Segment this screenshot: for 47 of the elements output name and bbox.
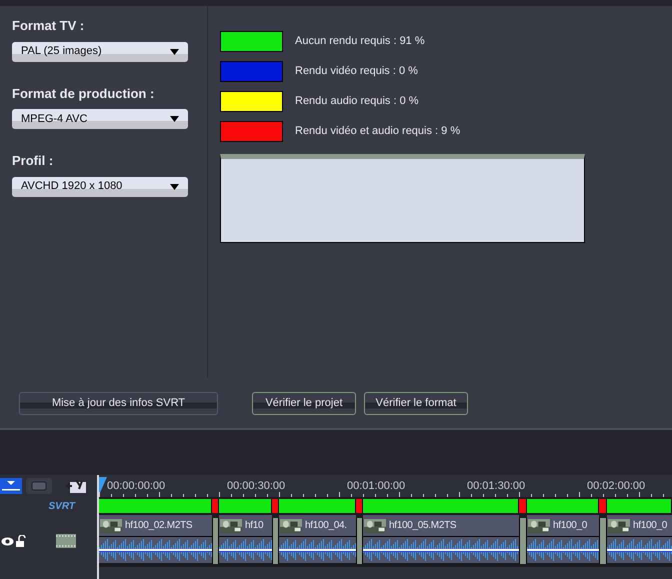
legend-text: Rendu vidéo et audio requis : 9 % [295, 124, 460, 139]
dropdown[interactable]: PAL (25 images) [12, 42, 188, 62]
legend-text: Rendu audio requis : 0 % [295, 94, 419, 109]
lock-icon[interactable] [16, 535, 26, 547]
dropdown[interactable]: AVCHD 1920 x 1080 [12, 176, 188, 196]
timecode: 00:01:30:00 [467, 479, 526, 494]
legend-text: Aucun rendu requis : 91 % [295, 34, 425, 49]
action-button[interactable]: Vérifier le projet [252, 392, 356, 414]
clip-name: hf100_0 [553, 519, 588, 533]
transition[interactable] [272, 518, 279, 564]
action-button[interactable]: Vérifier le format [364, 392, 468, 414]
clip-name: hf100_0 [633, 519, 668, 533]
clip-name: hf100_05.M2TS [389, 519, 456, 533]
field-label: Format TV : [12, 17, 86, 35]
clip-name: hf100_02.M2TS [125, 519, 192, 533]
timecode: 00:01:00:00 [347, 479, 406, 494]
timecode: 00:02:00:00 [587, 479, 646, 494]
film-strip-icon [56, 534, 76, 548]
timecode: 00:00:30:00 [227, 479, 286, 494]
action-button[interactable]: Mise à jour des infos SVRT [19, 392, 218, 414]
audio-waveform [607, 537, 672, 563]
playhead-marker-icon[interactable] [99, 477, 107, 495]
video-clip[interactable]: hf100_0 [527, 515, 599, 567]
video-clip[interactable]: hf10 [219, 515, 272, 567]
track-label: SVRT [48, 500, 75, 514]
video-clip[interactable]: hf100_04. [279, 515, 356, 567]
transition[interactable] [356, 518, 363, 564]
dropdown-arrow-icon [170, 116, 179, 122]
video-clip[interactable]: hf100_02.M2TS [99, 515, 212, 567]
legend-text: Rendu vidéo requis : 0 % [295, 64, 418, 79]
transition[interactable] [519, 518, 527, 564]
dropdown-arrow-icon [170, 48, 179, 54]
clip-name: hf10 [245, 519, 264, 533]
video-clip[interactable]: hf100_05.M2TS [363, 515, 519, 567]
dropdown[interactable]: MPEG-4 AVC [12, 109, 188, 129]
field-label: Format de production : [12, 84, 156, 103]
audio-waveform [527, 537, 599, 563]
transition[interactable] [599, 518, 607, 564]
timecode: 00:00:00:00 [107, 479, 166, 494]
audio-waveform [219, 537, 272, 563]
field-label: Profil : [12, 152, 54, 170]
dropdown-arrow-icon [170, 184, 179, 190]
clip-name: hf100_04. [305, 519, 347, 533]
eye-icon[interactable] [1, 536, 14, 546]
video-clip[interactable]: hf100_0 [607, 515, 672, 567]
transition[interactable] [212, 518, 219, 564]
timeline-view-icon[interactable] [0, 478, 22, 494]
